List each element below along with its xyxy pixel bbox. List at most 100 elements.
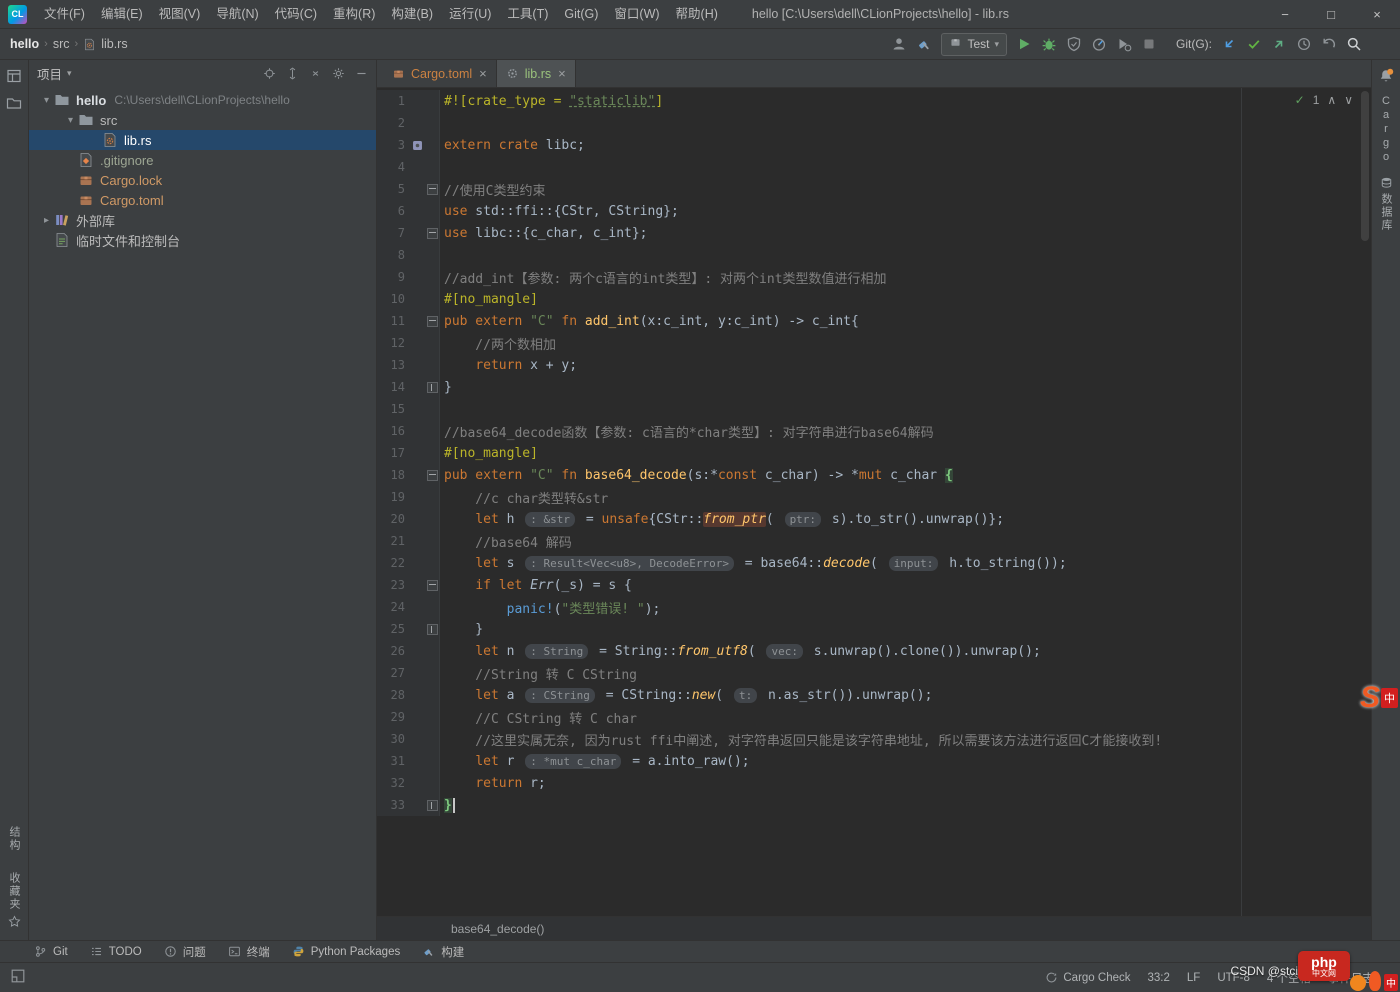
tree-item-hello[interactable]: ▾ hello C:\Users\dell\CLionProjects\hello (29, 90, 376, 110)
fold-end-icon[interactable] (427, 381, 438, 393)
tool-stripe-button-Cargo[interactable]: Cargo (1380, 95, 1392, 165)
code-line-13[interactable]: 13 return x + y; (377, 354, 1371, 376)
fold-collapse-icon[interactable] (427, 183, 438, 195)
next-issue-icon[interactable]: ∨ (1344, 93, 1353, 107)
maximize-button[interactable]: □ (1308, 0, 1354, 28)
tree-item-Cargo.toml[interactable]: Cargo.toml (29, 190, 376, 210)
tool-window-button-Git[interactable]: Git (30, 941, 72, 962)
menu-item-6[interactable]: 构建(B) (383, 0, 441, 28)
tree-item-Cargo.lock[interactable]: Cargo.lock (29, 170, 376, 190)
code-line-21[interactable]: 21 //base64 解码 (377, 530, 1371, 552)
code-line-22[interactable]: 22 let s : Result<Vec<u8>, DecodeError> … (377, 552, 1371, 574)
hide-panel-icon[interactable] (355, 67, 368, 80)
breadcrumb-hello[interactable]: hello (10, 37, 39, 51)
menu-item-2[interactable]: 视图(V) (151, 0, 209, 28)
code-line-12[interactable]: 12 //两个数相加 (377, 332, 1371, 354)
code-line-2[interactable]: 2 (377, 112, 1371, 134)
menu-item-0[interactable]: 文件(F) (36, 0, 93, 28)
tool-window-button-TODO[interactable]: TODO (86, 941, 146, 962)
user-icon[interactable] (891, 36, 907, 52)
code-line-9[interactable]: 9 //add_int【参数: 两个c语言的int类型】: 对两个int类型数值进… (377, 266, 1371, 288)
chevron-down-icon[interactable]: ▾ (63, 115, 78, 126)
tool-stripe-button-结构[interactable]: 结构 (6, 826, 22, 852)
scrollbar-thumb[interactable] (1361, 91, 1369, 241)
code-line-24[interactable]: 24 panic!("类型错误! "); (377, 596, 1371, 618)
fold-collapse-icon[interactable] (427, 227, 438, 239)
menu-item-11[interactable]: 帮助(H) (668, 0, 726, 28)
run-config-selector[interactable]: Test ▾ (941, 32, 1007, 56)
tool-stripe-button-收藏夹[interactable]: 收藏夹 (6, 872, 22, 928)
tree-item-外部库[interactable]: ▸ 外部库 (29, 210, 376, 230)
status-item-Cargo Check[interactable]: Cargo Check (1045, 971, 1131, 984)
run-icon[interactable] (1016, 36, 1032, 52)
stop-icon[interactable] (1141, 36, 1157, 52)
close-icon[interactable]: × (558, 66, 566, 81)
fold-collapse-icon[interactable] (427, 315, 438, 327)
code-line-8[interactable]: 8 (377, 244, 1371, 266)
tree-item-lib.rs[interactable]: lib.rs (29, 130, 376, 150)
update-arrow-icon[interactable] (1221, 36, 1237, 52)
code-line-10[interactable]: 10 #[no_mangle] (377, 288, 1371, 310)
code-line-5[interactable]: 5 //使用C类型约束 (377, 178, 1371, 200)
rollback-icon[interactable] (1321, 36, 1337, 52)
collapse-all-icon[interactable] (309, 67, 322, 80)
code-line-16[interactable]: 16 //base64_decode函数【参数: c语言的*char类型】: 对字… (377, 420, 1371, 442)
menu-item-1[interactable]: 编辑(E) (93, 0, 151, 28)
chevron-right-icon[interactable]: ▸ (39, 215, 54, 226)
code-line-3[interactable]: 3 extern crate libc; (377, 134, 1371, 156)
menu-item-8[interactable]: 工具(T) (499, 0, 556, 28)
code-line-31[interactable]: 31 let r : *mut c_char = a.into_raw(); (377, 750, 1371, 772)
code-line-27[interactable]: 27 //String 转 C CString (377, 662, 1371, 684)
code-line-7[interactable]: 7 use libc::{c_char, c_int}; (377, 222, 1371, 244)
breadcrumb-function[interactable]: base64_decode() (451, 922, 544, 936)
code-line-17[interactable]: 17 #[no_mangle] (377, 442, 1371, 464)
code-line-1[interactable]: 1 #![crate_type = "staticlib"] (377, 90, 1371, 112)
code-line-11[interactable]: 11 pub extern "C" fn add_int(x:c_int, y:c… (377, 310, 1371, 332)
code-line-33[interactable]: 33} (377, 794, 1371, 816)
tool-stripe-button-数据库[interactable]: 数据库 (1378, 176, 1394, 232)
code-line-19[interactable]: 19 //c char类型转&str (377, 486, 1371, 508)
close-icon[interactable]: × (479, 66, 487, 81)
menu-item-5[interactable]: 重构(R) (325, 0, 383, 28)
code-line-18[interactable]: 18 pub extern "C" fn base64_decode(s:*con… (377, 464, 1371, 486)
bell-icon[interactable] (1378, 68, 1394, 84)
code-line-15[interactable]: 15 (377, 398, 1371, 420)
search-icon[interactable] (1346, 36, 1362, 52)
chevron-down-icon[interactable]: ▾ (39, 95, 54, 106)
build-hammer-icon[interactable] (916, 36, 932, 52)
tool-window-button-终端[interactable]: 终端 (224, 941, 274, 962)
code-line-32[interactable]: 32 return r; (377, 772, 1371, 794)
status-item-33:2[interactable]: 33:2 (1148, 972, 1170, 984)
menu-item-4[interactable]: 代码(C) (267, 0, 325, 28)
debug-icon[interactable] (1041, 36, 1057, 52)
prev-issue-icon[interactable]: ∧ (1327, 93, 1336, 107)
tool-window-button-问题[interactable]: 问题 (160, 941, 210, 962)
fold-collapse-icon[interactable] (427, 579, 438, 591)
profiler-icon[interactable] (1091, 36, 1107, 52)
fold-end-icon[interactable] (427, 623, 438, 635)
push-arrow-icon[interactable] (1271, 36, 1287, 52)
menu-item-10[interactable]: 窗口(W) (606, 0, 667, 28)
history-clock-icon[interactable] (1296, 36, 1312, 52)
event-log-button[interactable]: 事件日志 (1328, 970, 1374, 986)
code-line-14[interactable]: 14} (377, 376, 1371, 398)
inspection-widget[interactable]: ✓ 1 ∧ ∨ (1295, 93, 1353, 107)
locate-target-icon[interactable] (263, 67, 276, 80)
breadcrumb-src[interactable]: src (53, 37, 70, 51)
menu-item-7[interactable]: 运行(U) (441, 0, 499, 28)
tool-windows-icon[interactable] (10, 968, 26, 984)
status-item-UTF-8[interactable]: UTF-8 (1217, 972, 1250, 984)
gear-icon[interactable] (332, 67, 345, 80)
editor-scrollbar[interactable] (1359, 88, 1371, 916)
expand-all-icon[interactable] (286, 67, 299, 80)
project-view-icon[interactable] (6, 68, 22, 84)
code-line-25[interactable]: 25 } (377, 618, 1371, 640)
commit-check-icon[interactable] (1246, 36, 1262, 52)
close-button[interactable]: × (1354, 0, 1400, 28)
fold-end-icon[interactable] (427, 799, 438, 811)
minimize-button[interactable]: − (1262, 0, 1308, 28)
coverage-icon[interactable] (1066, 36, 1082, 52)
project-panel-title[interactable]: 项目 ▾ (37, 64, 72, 83)
code-line-30[interactable]: 30 //这里实属无奈, 因为rust ffi中阐述, 对字符串返回只能是该字符… (377, 728, 1371, 750)
fold-collapse-icon[interactable] (427, 469, 438, 481)
